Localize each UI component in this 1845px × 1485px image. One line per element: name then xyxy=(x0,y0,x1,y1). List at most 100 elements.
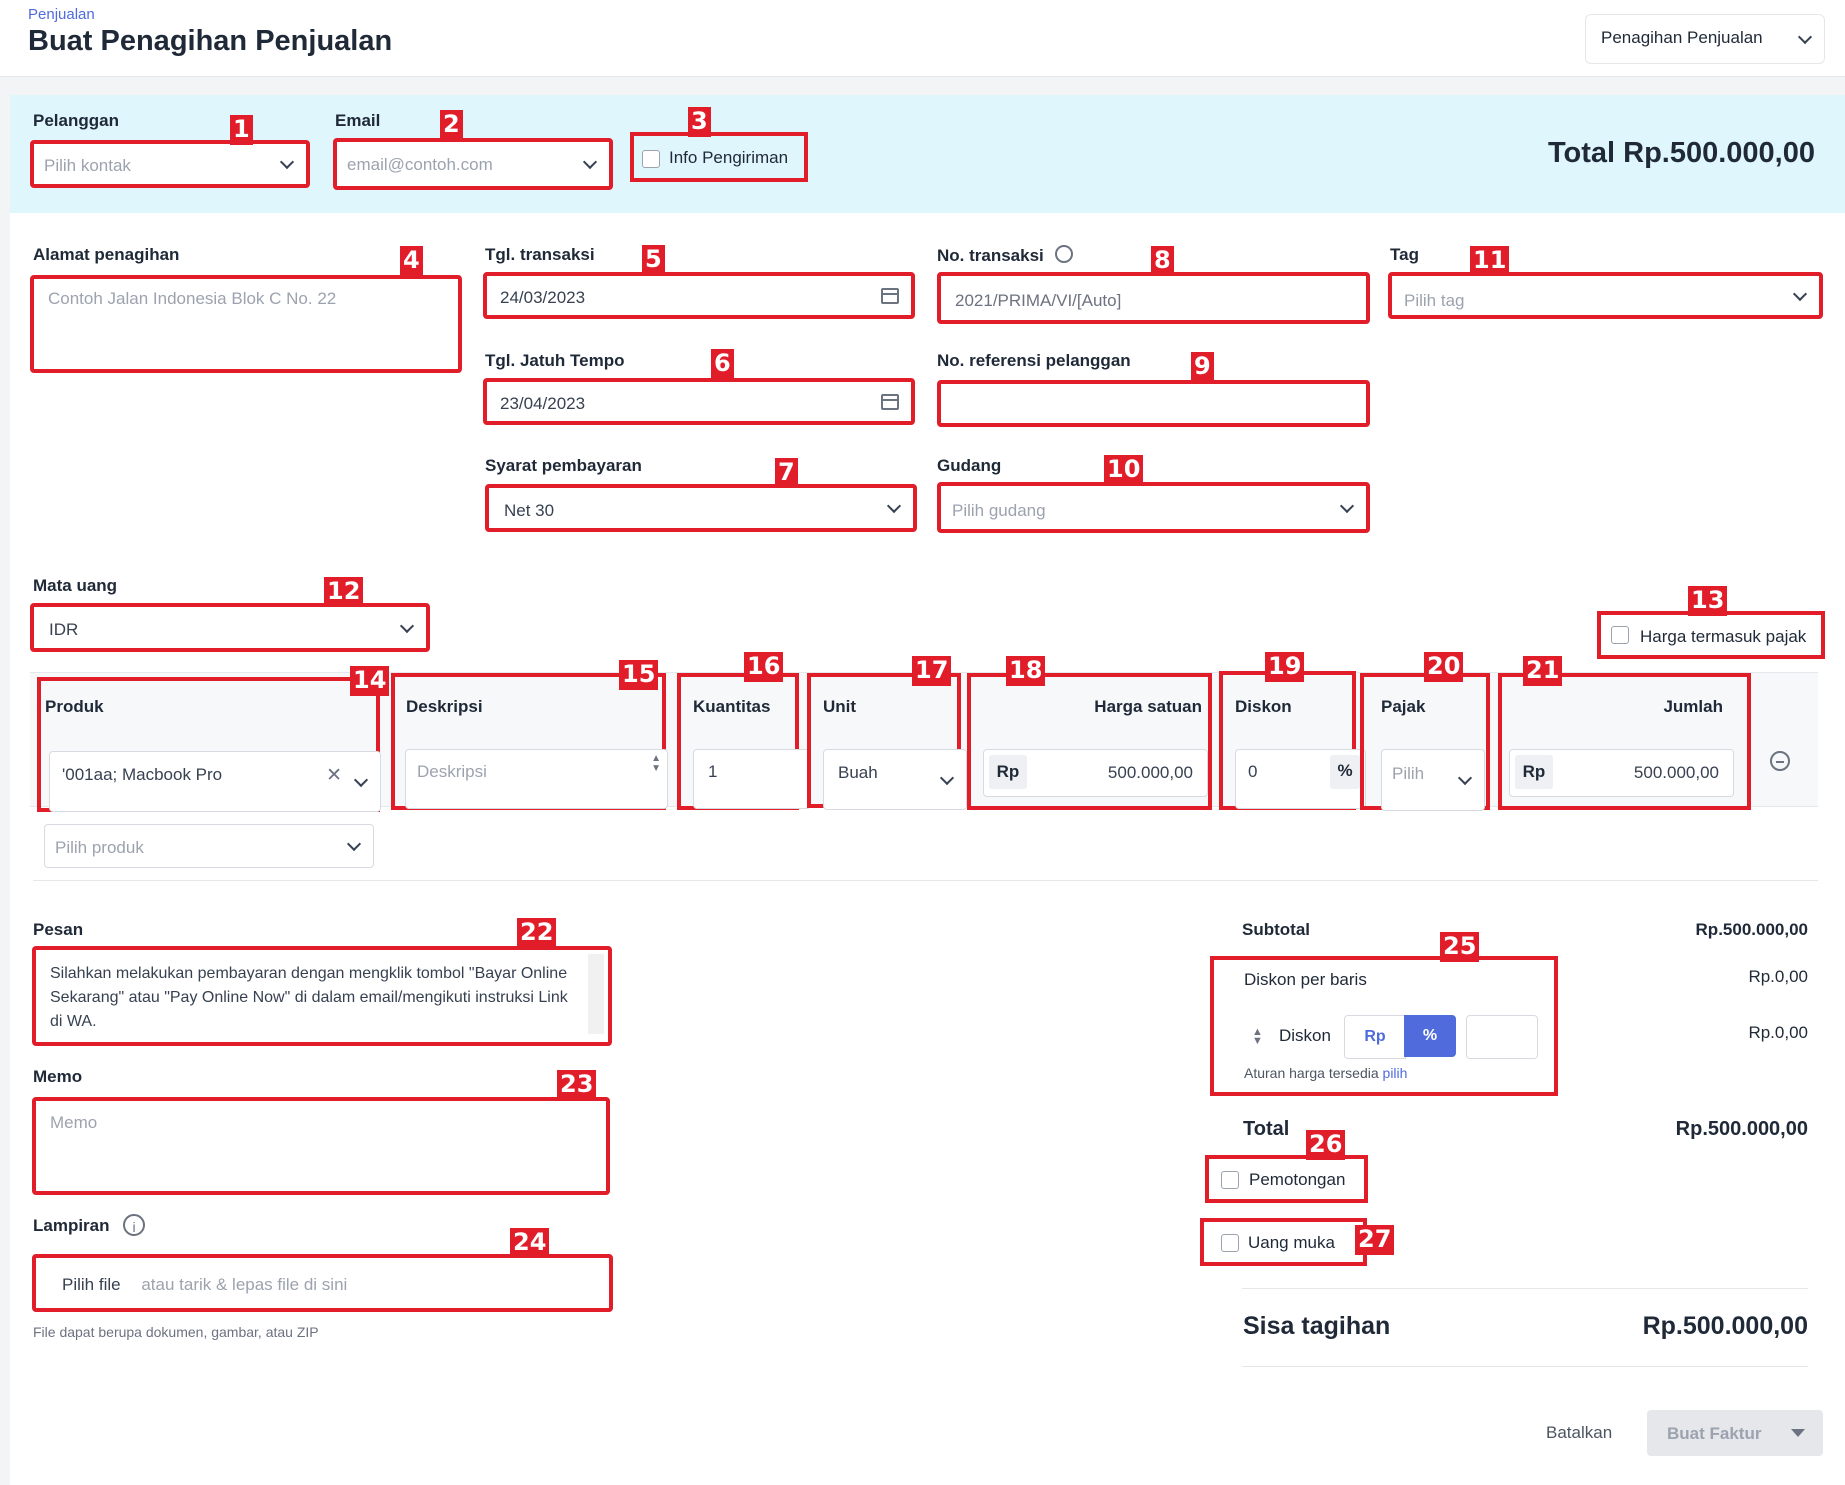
badge-2: 2 xyxy=(440,110,463,140)
withholding-toggle[interactable]: Pemotongan xyxy=(1205,1155,1368,1203)
discount-type-percent[interactable]: % xyxy=(1404,1015,1456,1057)
transaction-date-value: 24/03/2023 xyxy=(500,288,586,307)
discount-percent-suffix: % xyxy=(1330,755,1360,789)
discount-label: Diskon xyxy=(1279,1026,1331,1045)
description-input[interactable]: Deskripsi ▲ ▼ xyxy=(405,749,668,809)
warehouse-select[interactable]: Pilih gudang xyxy=(937,482,1370,533)
customer-ref-input[interactable] xyxy=(937,380,1370,427)
price-rules-link[interactable]: pilih xyxy=(1383,1065,1408,1081)
transaction-date-input[interactable]: 24/03/2023 xyxy=(483,272,915,319)
badge-24: 24 xyxy=(510,1228,550,1258)
badge-5: 5 xyxy=(642,245,665,275)
price-input[interactable]: Rp 500.000,00 xyxy=(983,749,1208,797)
chevron-down-icon xyxy=(1339,498,1355,513)
discount-value: Rp.0,00 xyxy=(1748,1023,1808,1042)
transaction-no-label: No. transaksi xyxy=(937,245,1073,266)
column-header-diskon: Diskon xyxy=(1235,697,1292,716)
product-select[interactable]: '001aa; Macbook Pro ✕ xyxy=(49,751,381,812)
col-harga-satuan: Harga satuan Rp 500.000,00 xyxy=(967,673,1212,810)
column-header-produk: Produk xyxy=(45,697,104,716)
col-pajak: Pajak Pilih xyxy=(1360,673,1490,811)
down-payment-toggle[interactable]: Uang muka xyxy=(1200,1218,1367,1266)
add-product-select[interactable]: Pilih produk xyxy=(44,824,374,868)
balance-label: Sisa tagihan xyxy=(1243,1312,1391,1340)
due-date-value: 23/04/2023 xyxy=(500,394,586,413)
calendar-icon[interactable] xyxy=(881,393,899,410)
product-value: '001aa; Macbook Pro xyxy=(62,765,223,784)
payment-terms-select[interactable]: Net 30 xyxy=(485,484,917,532)
col-deskripsi: Deskripsi Deskripsi ▲ ▼ xyxy=(391,673,668,810)
quantity-input[interactable]: 1 xyxy=(693,749,811,809)
unit-select[interactable]: Buah xyxy=(823,749,967,810)
billing-address-input[interactable]: Contoh Jalan Indonesia Blok C No. 22 xyxy=(30,275,462,373)
calendar-icon[interactable] xyxy=(881,287,899,304)
badge-21: 21 xyxy=(1523,656,1563,686)
divider xyxy=(33,880,1818,881)
tax-inclusive-toggle[interactable]: Harga termasuk pajak xyxy=(1597,611,1825,659)
customer-label: Pelanggan xyxy=(33,111,119,130)
withholding-checkbox[interactable] xyxy=(1221,1171,1239,1189)
create-invoice-button[interactable]: Buat Faktur xyxy=(1647,1410,1823,1456)
discount-input[interactable]: 0 % xyxy=(1235,749,1366,809)
chevron-down-icon xyxy=(582,154,598,170)
tax-inclusive-checkbox[interactable] xyxy=(1611,626,1629,644)
price-rules-label: Aturan harga tersedia xyxy=(1244,1065,1379,1081)
cancel-button[interactable]: Batalkan xyxy=(1546,1423,1612,1443)
discount-type-rp[interactable]: Rp xyxy=(1344,1015,1406,1059)
email-select[interactable]: email@contoh.com xyxy=(333,138,613,190)
customer-select[interactable]: Pilih kontak xyxy=(30,140,310,188)
shipping-info-checkbox[interactable] xyxy=(642,150,660,168)
tag-select[interactable]: Pilih tag xyxy=(1388,272,1823,319)
tag-label: Tag xyxy=(1390,245,1419,264)
chevron-down-icon xyxy=(1792,286,1808,301)
file-dropzone[interactable]: Pilih file atau tarik & lepas file di si… xyxy=(32,1254,613,1312)
remove-row-icon[interactable] xyxy=(1770,751,1790,771)
badge-12: 12 xyxy=(324,577,364,607)
breadcrumb[interactable]: Penjualan xyxy=(28,6,95,23)
attachment-label: Lampiran xyxy=(33,1216,110,1235)
badge-17: 17 xyxy=(912,656,952,686)
due-date-input[interactable]: 23/04/2023 xyxy=(483,378,915,425)
line-discount-label: Diskon per baris xyxy=(1244,970,1367,989)
amount-value: 500.000,00 xyxy=(1633,763,1719,782)
badge-7: 7 xyxy=(775,458,798,488)
currency-select[interactable]: IDR xyxy=(30,603,430,652)
memo-placeholder: Memo xyxy=(50,1113,98,1132)
warehouse-placeholder: Pilih gudang xyxy=(952,501,1046,520)
sort-icon[interactable]: ▲ ▼ xyxy=(1252,1027,1263,1047)
chevron-down-icon xyxy=(1457,770,1473,786)
scrollbar[interactable] xyxy=(588,954,604,1034)
transaction-no-label-text: No. transaksi xyxy=(937,246,1044,265)
chevron-down-icon xyxy=(399,618,415,633)
discount-amount-input[interactable] xyxy=(1466,1015,1538,1059)
col-diskon: Diskon 0 % xyxy=(1219,671,1366,810)
warehouse-label: Gudang xyxy=(937,456,1002,475)
message-input[interactable]: Silahkan melakukan pembayaran dengan men… xyxy=(32,946,612,1046)
col-kuantitas: Kuantitas 1 xyxy=(677,673,811,810)
tax-select[interactable]: Pilih xyxy=(1381,749,1485,811)
unit-value: Buah xyxy=(838,763,878,782)
badge-13: 13 xyxy=(1688,586,1728,616)
attachment-note: File dapat berupa dokumen, gambar, atau … xyxy=(33,1324,319,1340)
column-header-jumlah: Jumlah xyxy=(1663,697,1723,716)
gear-icon[interactable] xyxy=(1054,245,1073,263)
chevron-down-icon xyxy=(353,772,369,787)
transaction-no-input[interactable]: 2021/PRIMA/VI/[Auto] xyxy=(937,272,1370,324)
customer-ref-label: No. referensi pelanggan xyxy=(937,351,1131,370)
down-payment-checkbox[interactable] xyxy=(1221,1234,1239,1252)
price-value: 500.000,00 xyxy=(1107,763,1193,782)
clear-icon[interactable]: ✕ xyxy=(326,764,342,787)
add-product-placeholder: Pilih produk xyxy=(55,838,144,857)
document-type-select[interactable]: Penagihan Penjualan xyxy=(1585,14,1825,64)
badge-25: 25 xyxy=(1440,932,1480,962)
caret-down-icon[interactable] xyxy=(1791,1429,1805,1437)
stepper-icon[interactable]: ▲ ▼ xyxy=(651,754,661,774)
chevron-down-icon xyxy=(886,498,902,514)
total-value: Rp.500.000,00 xyxy=(1675,1118,1808,1140)
line-discount-value: Rp.0,00 xyxy=(1748,967,1808,986)
shipping-info-toggle[interactable]: Info Pengiriman xyxy=(630,132,808,182)
memo-input[interactable]: Memo xyxy=(32,1097,610,1195)
choose-file-button[interactable]: Pilih file xyxy=(62,1275,121,1294)
email-placeholder: email@contoh.com xyxy=(347,155,493,174)
info-icon[interactable]: i xyxy=(123,1214,145,1236)
